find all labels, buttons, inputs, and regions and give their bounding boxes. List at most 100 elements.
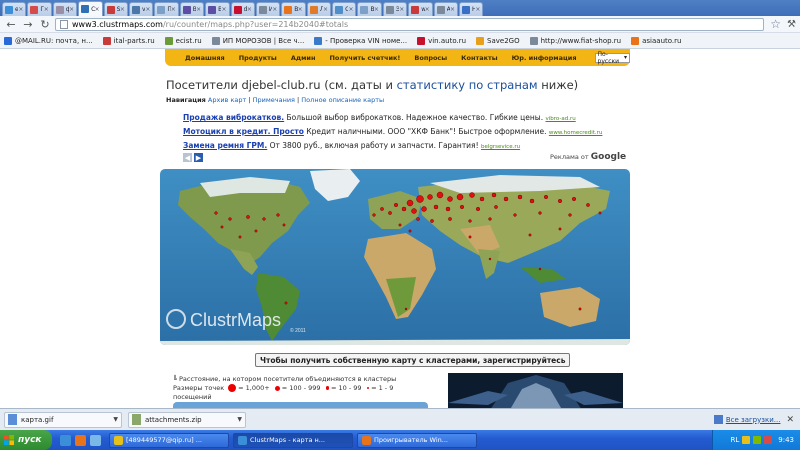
bookmark-item[interactable]: asiaauto.ru — [631, 36, 681, 45]
site-nav-legal[interactable]: Юр. информация — [512, 54, 577, 62]
browser-tab[interactable]: Пр× — [154, 2, 179, 16]
close-icon[interactable]: × — [425, 6, 430, 13]
back-button[interactable]: ← — [4, 17, 18, 31]
close-icon[interactable]: × — [399, 6, 404, 13]
close-icon[interactable]: ✕ — [786, 415, 794, 425]
ad-url-link[interactable]: belgrsevice.ru — [481, 144, 520, 150]
close-icon[interactable]: × — [348, 6, 353, 13]
wrench-icon[interactable]: ⚒ — [787, 19, 796, 30]
ad-url-link[interactable]: www.homecredit.ru — [549, 130, 603, 136]
language-select[interactable]: По-русски ▾ — [594, 51, 630, 65]
bookmark-item[interactable]: http://www.fiat-shop.ru — [529, 36, 621, 45]
bookmark-item[interactable]: Save2GO — [476, 36, 520, 45]
site-nav-get-counter[interactable]: Получить счетчик! — [329, 54, 400, 62]
site-nav-faq[interactable]: Вопросы — [414, 54, 447, 62]
close-icon[interactable]: × — [450, 6, 455, 13]
bookmark-item[interactable]: ital-parts.ru — [102, 36, 155, 45]
start-button[interactable]: пуск — [0, 430, 52, 450]
taskbar-window-button[interactable]: [489449577@qip.ru] ... — [109, 432, 229, 448]
browser-tab[interactable]: Ва× — [179, 2, 205, 16]
bookmark-item[interactable]: @MAIL.RU: почта, н... — [4, 36, 93, 45]
browser-tab[interactable]: Ли× — [306, 2, 332, 16]
browser-tab[interactable]: Во× — [281, 2, 306, 16]
taskbar-window-button[interactable]: Проигрыватель Win... — [357, 432, 477, 448]
taskbar-window-button[interactable]: ClustrMaps - карта н... — [233, 432, 353, 448]
download-item[interactable]: attachments.zip ▼ — [128, 411, 246, 428]
browser-tab[interactable]: Гр× — [27, 2, 52, 16]
promo-banner[interactable] — [448, 373, 623, 408]
chevron-down-icon[interactable]: ▼ — [237, 416, 242, 423]
chrome-icon[interactable] — [60, 434, 71, 446]
bookmark-star-icon[interactable]: ☆ — [770, 17, 781, 31]
ad-title-link[interactable]: Замена ремня ГРМ. — [183, 141, 267, 150]
browser-tab[interactable]: Ва× — [205, 2, 230, 16]
reload-button[interactable]: ↻ — [38, 17, 52, 31]
site-nav-admin[interactable]: Админ — [291, 54, 316, 62]
browser-tab[interactable]: ex× — [2, 2, 27, 16]
bookmark-item[interactable]: - Проверка VIN номе... — [314, 36, 407, 45]
notes-link[interactable]: Примечания — [253, 96, 295, 104]
close-icon[interactable]: × — [272, 6, 277, 13]
desktop-icon[interactable] — [90, 434, 101, 446]
close-icon[interactable]: × — [247, 6, 252, 13]
visitor-world-map[interactable]: ClustrMaps © 2011 — [160, 169, 630, 345]
tray-qip-icon[interactable] — [742, 436, 751, 444]
country-stats-link[interactable]: статистику по странам — [397, 78, 538, 92]
map-archive-link[interactable]: Архив карт — [208, 96, 246, 104]
bookmark-item[interactable]: ИП МОРОЗОВ | Все ч... — [211, 36, 304, 45]
address-bar[interactable]: www3.clustrmaps.com/ru/counter/maps.php?… — [55, 17, 765, 31]
ad-title-link[interactable]: Продажа виброкатков. — [183, 113, 284, 122]
map-logo-text: ClustrMaps — [190, 310, 281, 330]
visitor-dot — [494, 205, 498, 209]
download-item[interactable]: карта.gif ▼ — [4, 411, 122, 428]
browser-tab[interactable]: Но× — [459, 2, 484, 16]
close-icon[interactable]: × — [171, 6, 176, 13]
chevron-down-icon[interactable]: ▼ — [113, 416, 118, 423]
tray-network-icon[interactable] — [753, 436, 762, 444]
tray-language[interactable]: RL — [731, 436, 740, 444]
site-nav-contacts[interactable]: Контакты — [461, 54, 497, 62]
close-icon[interactable]: × — [298, 6, 303, 13]
browser-tab[interactable]: Ав× — [433, 2, 459, 16]
tray-antivirus-icon[interactable] — [764, 436, 773, 444]
browser-tab[interactable]: Эк× — [382, 2, 408, 16]
close-icon[interactable]: × — [69, 6, 74, 13]
browser-tab[interactable]: vk× — [128, 2, 154, 16]
media-player-icon[interactable] — [75, 434, 86, 446]
close-icon[interactable]: × — [323, 6, 328, 13]
register-button[interactable]: Чтобы получить собственную карту с класт… — [255, 353, 571, 367]
ad-title-link[interactable]: Мотоцикл в кредит. Просто — [183, 127, 304, 136]
site-nav-products[interactable]: Продукты — [239, 54, 277, 62]
chevron-right-icon[interactable]: ▶ — [194, 153, 203, 162]
browser-tab[interactable]: Са× — [332, 2, 357, 16]
tab-favicon-icon — [436, 5, 445, 14]
full-description-link[interactable]: Полное описание карты — [301, 96, 384, 104]
browser-tab[interactable]: ww× — [408, 2, 433, 16]
close-icon[interactable]: × — [44, 6, 49, 13]
ads-by-google[interactable]: Реклама от Google — [550, 152, 626, 162]
browser-tab[interactable]: STi× — [103, 2, 128, 16]
chevron-left-icon[interactable]: ◀ — [183, 153, 192, 162]
close-icon[interactable]: × — [120, 6, 125, 13]
browser-tab[interactable]: фс× — [52, 2, 78, 16]
bookmark-item[interactable]: vin.auto.ru — [417, 36, 466, 45]
close-icon[interactable]: × — [95, 6, 100, 13]
close-icon[interactable]: × — [475, 6, 480, 13]
browser-tab[interactable]: Иг× — [255, 2, 281, 16]
bookmark-item[interactable]: ecist.ru — [164, 36, 202, 45]
all-downloads-link[interactable]: Все загрузки... — [713, 415, 780, 424]
close-icon[interactable]: × — [221, 6, 226, 13]
site-nav-home[interactable]: Домашняя — [185, 54, 225, 62]
window-app-icon — [114, 435, 123, 445]
forward-button[interactable]: → — [21, 17, 35, 31]
close-icon[interactable]: × — [18, 6, 23, 13]
browser-tab[interactable]: Cl× — [78, 1, 103, 16]
tab-favicon-icon — [131, 5, 140, 14]
close-icon[interactable]: × — [196, 6, 201, 13]
browser-tab[interactable]: Во× — [357, 2, 382, 16]
close-icon[interactable]: × — [374, 6, 379, 13]
ad-url-link[interactable]: vibro-ad.ru — [546, 116, 576, 122]
visitor-dot — [513, 213, 517, 217]
browser-tab[interactable]: dr× — [230, 2, 255, 16]
close-icon[interactable]: × — [145, 6, 150, 13]
